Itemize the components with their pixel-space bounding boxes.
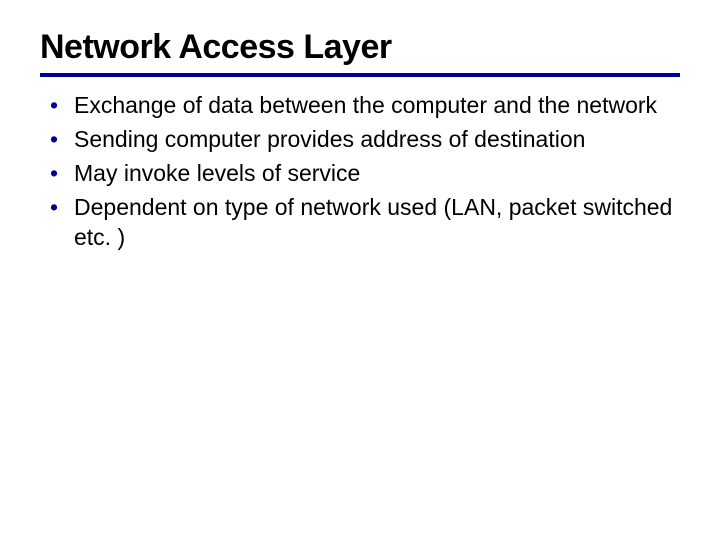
bullet-item: May invoke levels of service: [46, 159, 680, 189]
slide-title: Network Access Layer: [40, 28, 680, 77]
bullet-item: Dependent on type of network used (LAN, …: [46, 193, 680, 253]
bullet-item: Sending computer provides address of des…: [46, 125, 680, 155]
bullet-item: Exchange of data between the computer an…: [46, 91, 680, 121]
slide: Network Access Layer Exchange of data be…: [0, 0, 720, 540]
bullet-list: Exchange of data between the computer an…: [46, 91, 680, 252]
